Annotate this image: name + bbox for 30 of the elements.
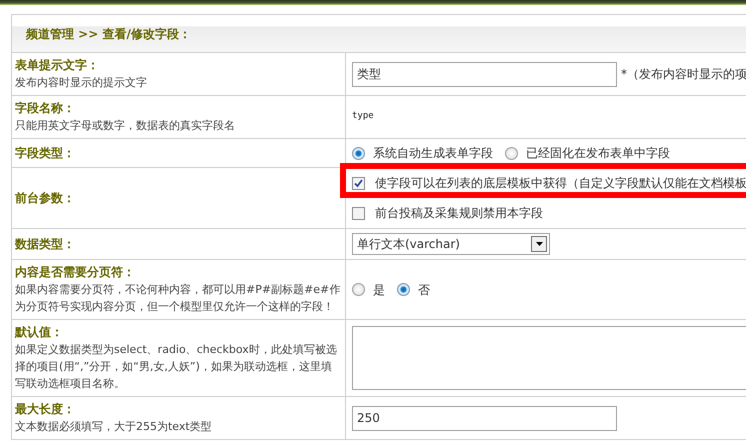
- default-value-field[interactable]: [352, 326, 746, 390]
- checkbox[interactable]: [352, 176, 365, 190]
- field-label: 字段名称：: [15, 100, 76, 117]
- radio-label: 是: [373, 282, 385, 298]
- text-field[interactable]: 类型: [352, 62, 617, 86]
- field-label: 内容是否需要分页符：: [15, 264, 136, 281]
- field-label: 最大长度：: [15, 401, 76, 418]
- checkbox-label: 前台投稿及采集规则禁用本字段: [375, 205, 543, 222]
- radio-button[interactable]: [505, 146, 518, 160]
- field-label: 字段类型：: [15, 144, 76, 162]
- field-description: 只能用英文字母或数字，数据表的真实字段名: [15, 118, 236, 134]
- field-description: 如果定义数据类型为select、radio、checkbox时，此处填写被选择的项目(用“,”分开，如“男,女,人妖”)，如果为联动选框，这里填写联动选框项目名称。: [15, 342, 338, 392]
- radio-label: 系统自动生成表单字段: [373, 145, 493, 162]
- field-label: 前台参数：: [15, 190, 76, 206]
- radio-button[interactable]: [397, 283, 410, 296]
- checkbox[interactable]: [352, 206, 365, 220]
- text-field[interactable]: 250: [352, 406, 617, 430]
- field-description: 文本数据必须填写，大于255为text类型: [15, 419, 213, 435]
- radio-label: 已经固化在发布表单中字段: [526, 145, 670, 162]
- field-label: 默认值：: [15, 324, 64, 341]
- radio-label: 否: [418, 282, 430, 298]
- page-title: 频道管理 >> 查看/修改字段：: [26, 26, 191, 42]
- field-description: 如果内容需要分页符，不论何种内容，都可以用#P#副标题#e#作为分页符号实现内容分页，但一个模型里仅允许一个这样的字段！: [15, 282, 342, 315]
- radio-button[interactable]: [352, 283, 365, 296]
- field-description: 发布内容时显示的提示文字: [15, 75, 148, 91]
- field-label: 表单提示文字：: [15, 57, 100, 74]
- radio-button[interactable]: [352, 146, 365, 160]
- field-value: type: [352, 110, 374, 124]
- field-label: 数据类型：: [15, 236, 76, 252]
- type-select[interactable]: 单行文本(varchar): [352, 233, 550, 255]
